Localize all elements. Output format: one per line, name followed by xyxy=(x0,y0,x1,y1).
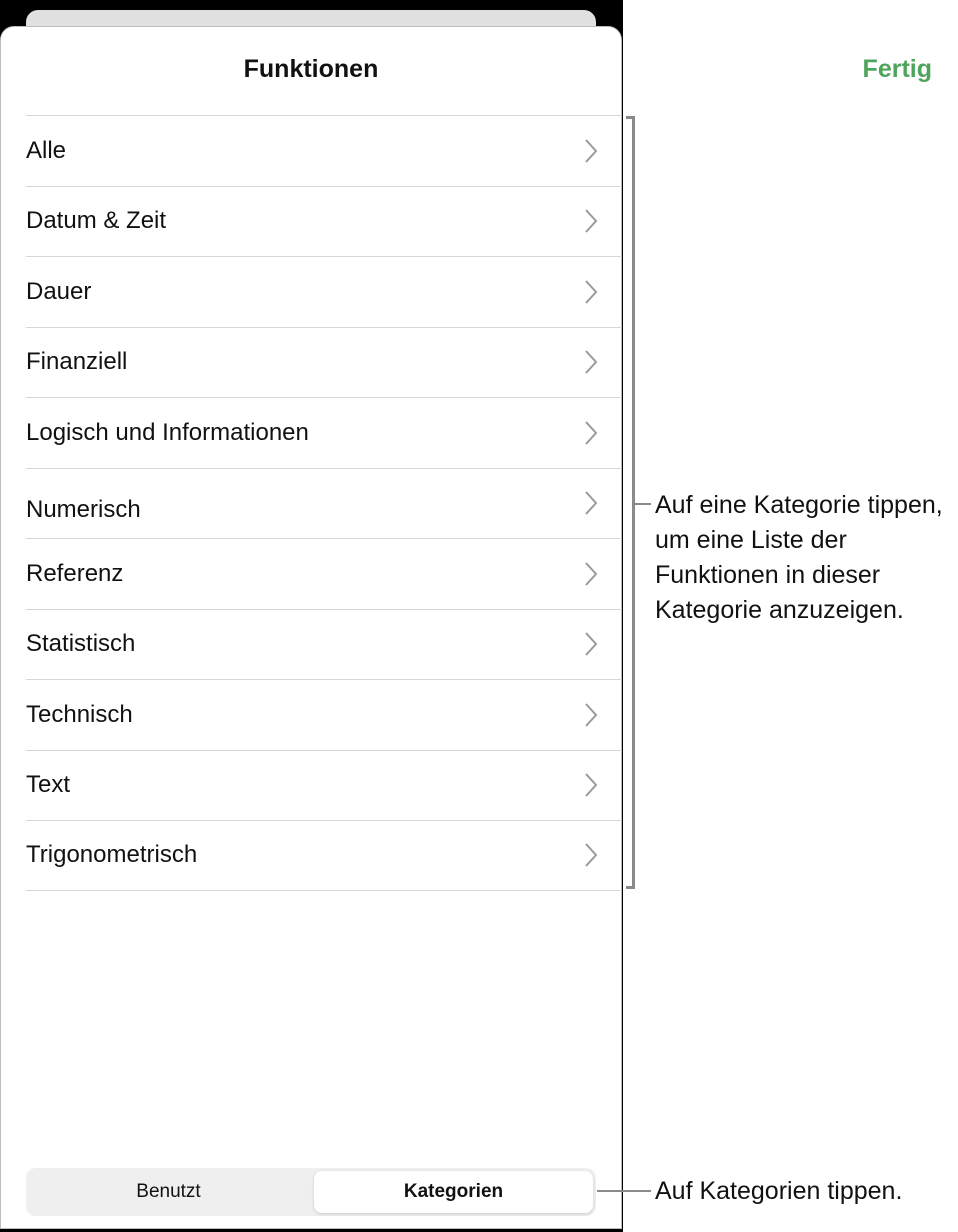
list-item[interactable]: Trigonometrisch xyxy=(26,820,622,891)
category-label: Statistisch xyxy=(26,630,136,658)
category-label: Trigonometrisch xyxy=(26,841,198,869)
chevron-right-icon xyxy=(585,843,598,867)
chevron-right-icon xyxy=(585,632,598,656)
segment-benutzt[interactable]: Benutzt xyxy=(29,1171,308,1213)
list-item[interactable]: Alle xyxy=(26,115,622,186)
list-item[interactable]: Finanziell xyxy=(26,326,622,398)
chevron-right-icon xyxy=(585,773,598,797)
sheet-title: Funktionen xyxy=(243,55,379,83)
chevron-right-icon xyxy=(585,139,598,163)
category-label: Technisch xyxy=(26,700,133,728)
callout-segment-text: Auf Kategorien tippen. xyxy=(655,1177,903,1205)
chevron-right-icon xyxy=(585,209,598,233)
list-item[interactable]: Statistisch xyxy=(26,608,622,680)
chevron-right-icon xyxy=(585,491,598,515)
category-label: Finanziell xyxy=(26,348,128,376)
list-item[interactable]: Numerisch xyxy=(26,467,622,539)
category-list: Alle Datum & Zeit Dauer Finanziell Logis… xyxy=(26,115,622,891)
category-label: Referenz xyxy=(26,559,124,587)
callout-bracket xyxy=(626,116,635,889)
chevron-right-icon xyxy=(585,280,598,304)
category-label: Dauer xyxy=(26,277,92,305)
list-item[interactable]: Technisch xyxy=(26,679,622,750)
category-label: Text xyxy=(26,771,71,799)
segment-kategorien[interactable]: Kategorien xyxy=(314,1171,593,1213)
callout-leader-line xyxy=(635,503,651,505)
list-item[interactable]: Referenz xyxy=(26,538,622,609)
category-label: Alle xyxy=(26,136,67,164)
category-label: Logisch und Informationen xyxy=(26,418,309,446)
list-item[interactable]: Datum & Zeit xyxy=(26,185,622,257)
category-label: Numerisch xyxy=(26,496,141,524)
chevron-right-icon xyxy=(585,421,598,445)
chevron-right-icon xyxy=(585,350,598,374)
list-item[interactable]: Logisch und Informationen xyxy=(26,397,622,468)
segmented-control: Benutzt Kategorien xyxy=(26,1168,596,1216)
list-item[interactable]: Dauer xyxy=(26,256,622,327)
done-button[interactable]: Fertig xyxy=(863,55,932,84)
callout-leader-line xyxy=(597,1190,651,1192)
chevron-right-icon xyxy=(585,562,598,586)
category-label: Datum & Zeit xyxy=(26,207,167,235)
callout-list-text: Auf eine Kategorie tippen, um eine Liste… xyxy=(655,491,943,624)
chevron-right-icon xyxy=(585,703,598,727)
list-item[interactable]: Text xyxy=(26,749,622,821)
